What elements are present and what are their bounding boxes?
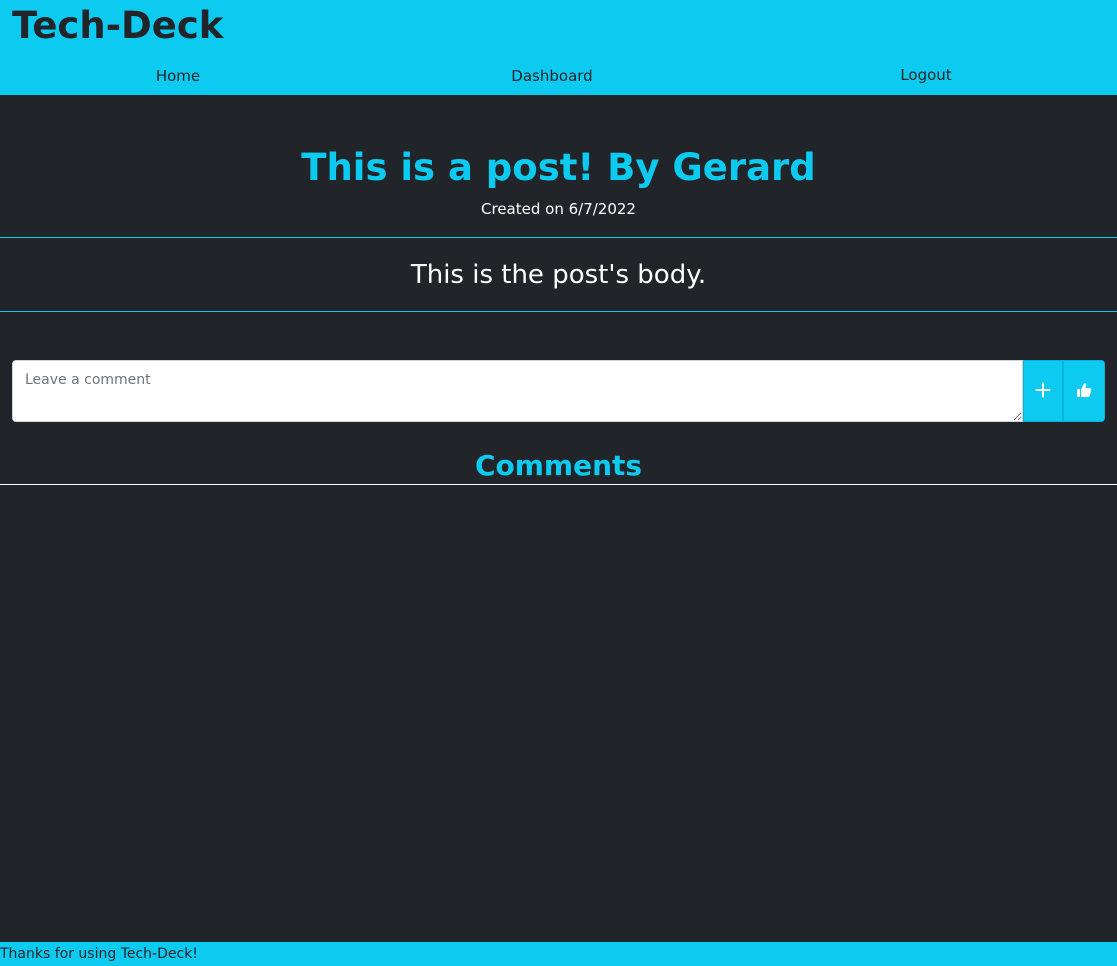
add-comment-button[interactable]	[1023, 360, 1063, 422]
site-footer: Thanks for using Tech-Deck!	[0, 942, 1117, 966]
post-divider-top	[0, 237, 1117, 238]
main-content: This is a post! By Gerard Created on 6/7…	[0, 95, 1117, 942]
comments-heading: Comments	[474, 449, 643, 482]
nav-link-home[interactable]: Home	[156, 66, 200, 86]
like-button[interactable]	[1063, 360, 1105, 422]
post-body: This is the post's body.	[410, 260, 707, 290]
plus-icon	[1035, 382, 1051, 401]
site-brand: Tech-Deck	[12, 4, 224, 47]
footer-text: Thanks for using Tech-Deck!	[0, 946, 198, 962]
site-header: Tech-Deck Home Dashboard Logout	[0, 0, 1117, 95]
nav-link-logout[interactable]: Logout	[900, 65, 951, 85]
post-title: This is a post! By Gerard	[301, 146, 816, 189]
thumbs-up-icon	[1076, 382, 1092, 401]
post-divider-bottom	[0, 311, 1117, 312]
comment-input[interactable]	[12, 360, 1023, 422]
comments-divider	[0, 484, 1117, 485]
nav-link-dashboard[interactable]: Dashboard	[511, 66, 592, 86]
comment-form	[12, 360, 1105, 422]
post-created-date: Created on 6/7/2022	[481, 200, 636, 218]
